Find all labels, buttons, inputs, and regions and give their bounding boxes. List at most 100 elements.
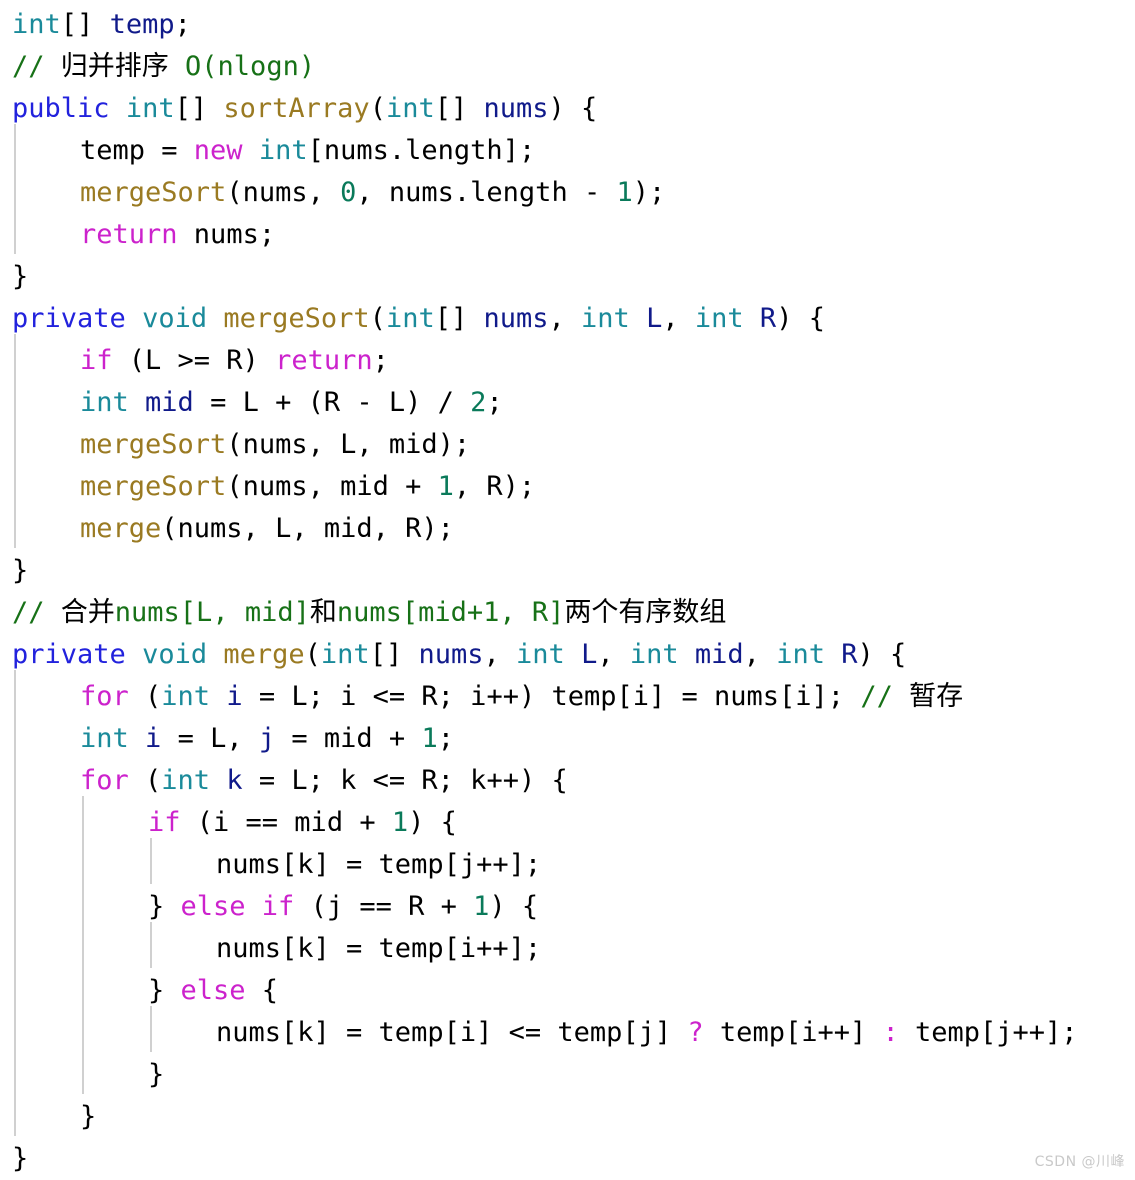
- code-line-text: return nums;: [68, 214, 275, 256]
- token-punc: ) {: [548, 93, 598, 124]
- token-punc: (: [128, 681, 162, 712]
- token-punc: [207, 639, 223, 670]
- code-line[interactable]: mergeSort(nums, mid + 1, R);: [0, 466, 1135, 508]
- code-line[interactable]: }: [0, 1054, 1135, 1096]
- code-line-text: nums[k] = temp[j++];: [204, 844, 541, 886]
- token-type: int: [125, 93, 175, 124]
- code-block[interactable]: int[] temp;// 归并排序 O(nlogn) public int[] …: [0, 0, 1135, 1179]
- token-punc: }: [148, 975, 181, 1006]
- token-punc: ) {: [489, 891, 539, 922]
- code-line[interactable]: public int[] sortArray(int[] nums) {: [0, 88, 1135, 130]
- token-punc: [126, 639, 142, 670]
- token-punc: }: [148, 891, 181, 922]
- token-cmt-cjk: 两个有序数组: [564, 597, 727, 628]
- token-num: 0: [340, 177, 357, 208]
- token-punc: = mid +: [275, 723, 422, 754]
- code-line[interactable]: private void merge(int[] nums, int L, in…: [0, 634, 1135, 676]
- code-line[interactable]: }: [0, 256, 1135, 298]
- code-lines[interactable]: int[] temp;// 归并排序 O(nlogn) public int[] …: [0, 4, 1135, 1180]
- token-kw: if: [148, 807, 181, 838]
- code-line-text: } else if (j == R + 1) {: [136, 886, 538, 928]
- code-line[interactable]: for (int k = L; k <= R; k++) {: [0, 760, 1135, 802]
- token-punc: (nums,: [226, 177, 341, 208]
- token-type: int: [629, 639, 679, 670]
- token-cmt-cjk: 暂存: [909, 681, 964, 712]
- code-line[interactable]: nums[k] = temp[i++];: [0, 928, 1135, 970]
- code-line[interactable]: // 归并排序 O(nlogn): [0, 46, 1135, 88]
- token-var: nums: [483, 303, 549, 334]
- token-punc: }: [148, 1059, 165, 1090]
- code-line[interactable]: int mid = L + (R - L) / 2;: [0, 382, 1135, 424]
- token-type: void: [142, 303, 208, 334]
- token-punc: ,: [662, 303, 695, 334]
- token-type: int: [258, 135, 308, 166]
- code-line[interactable]: }: [0, 1096, 1135, 1138]
- code-line[interactable]: nums[k] = temp[i] <= temp[j] ? temp[i++]…: [0, 1012, 1135, 1054]
- token-num: 1: [437, 471, 454, 502]
- token-punc: ,: [483, 639, 517, 670]
- token-punc: (: [128, 765, 162, 796]
- code-line[interactable]: int i = L, j = mid + 1;: [0, 718, 1135, 760]
- code-line[interactable]: mergeSort(nums, L, mid);: [0, 424, 1135, 466]
- token-cmt: O(nlogn): [168, 51, 316, 82]
- code-line-text: }: [68, 1096, 96, 1138]
- code-line[interactable]: merge(nums, L, mid, R);: [0, 508, 1135, 550]
- code-line[interactable]: if (L >= R) return;: [0, 340, 1135, 382]
- token-cmt-cjk: 合并: [60, 597, 115, 628]
- token-punc: , nums.length -: [356, 177, 617, 208]
- token-punc: [243, 135, 259, 166]
- code-line[interactable]: if (i == mid + 1) {: [0, 802, 1135, 844]
- token-type: int: [80, 387, 129, 418]
- token-type: int: [385, 303, 435, 334]
- token-kw: else if: [180, 891, 295, 922]
- token-punc: [630, 303, 646, 334]
- token-punc: (: [304, 639, 321, 670]
- token-kw: else: [180, 975, 246, 1006]
- code-line[interactable]: }: [0, 1138, 1135, 1180]
- token-punc: = L + (R - L) /: [193, 387, 471, 418]
- token-kw: :: [882, 1017, 899, 1048]
- token-num: 1: [421, 723, 438, 754]
- token-var: R: [759, 303, 777, 334]
- token-var: i: [226, 681, 243, 712]
- token-kw: return: [275, 345, 373, 376]
- token-kw: if: [80, 345, 113, 376]
- token-type: int: [385, 93, 435, 124]
- code-line[interactable]: mergeSort(nums, 0, nums.length - 1);: [0, 172, 1135, 214]
- token-type: int: [516, 639, 565, 670]
- token-punc: [129, 387, 145, 418]
- code-line[interactable]: // 合并nums[L, mid]和nums[mid+1, R]两个有序数组: [0, 592, 1135, 634]
- code-line[interactable]: for (int i = L; i <= R; i++) temp[i] = n…: [0, 676, 1135, 718]
- token-punc: ) {: [776, 303, 825, 334]
- token-punc: (: [369, 303, 386, 334]
- code-line[interactable]: private void mergeSort(int[] nums, int L…: [0, 298, 1135, 340]
- code-line-text: private void mergeSort(int[] nums, int L…: [0, 298, 825, 340]
- token-kw: for: [80, 765, 129, 796]
- code-line[interactable]: }: [0, 550, 1135, 592]
- code-line[interactable]: } else {: [0, 970, 1135, 1012]
- token-mod: public: [12, 93, 110, 124]
- token-punc: [825, 639, 841, 670]
- token-cmt: //: [12, 51, 61, 82]
- code-line-text: int mid = L + (R - L) / 2;: [68, 382, 503, 424]
- token-punc: [207, 303, 223, 334]
- token-punc: [nums.length];: [307, 135, 536, 166]
- token-punc: (nums, L, mid);: [226, 429, 471, 460]
- token-var: nums: [483, 93, 549, 124]
- token-type: int: [80, 723, 129, 754]
- token-kw: ?: [687, 1017, 704, 1048]
- code-line-text: merge(nums, L, mid, R);: [68, 508, 454, 550]
- token-type: int: [581, 303, 630, 334]
- code-line[interactable]: } else if (j == R + 1) {: [0, 886, 1135, 928]
- code-line[interactable]: int[] temp;: [0, 4, 1135, 46]
- code-line-text: mergeSort(nums, mid + 1, R);: [68, 466, 535, 508]
- token-punc: }: [12, 1143, 29, 1174]
- code-line[interactable]: temp = new int[nums.length];: [0, 130, 1135, 172]
- code-line[interactable]: nums[k] = temp[j++];: [0, 844, 1135, 886]
- token-num: 1: [616, 177, 633, 208]
- token-punc: []: [174, 93, 224, 124]
- token-punc: }: [80, 1101, 97, 1132]
- code-line-text: }: [0, 1138, 28, 1180]
- code-line-text: mergeSort(nums, 0, nums.length - 1);: [68, 172, 665, 214]
- code-line[interactable]: return nums;: [0, 214, 1135, 256]
